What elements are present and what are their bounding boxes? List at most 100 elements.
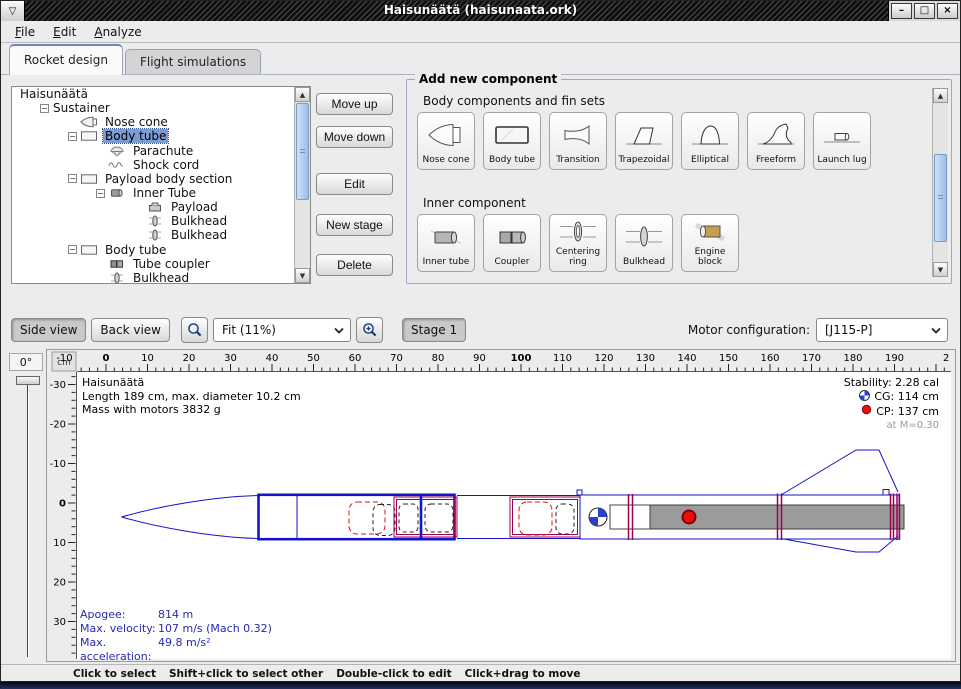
add-transition-button[interactable]: Transition — [549, 112, 607, 170]
menu-analyze[interactable]: Analyze — [88, 23, 153, 41]
tree-scrollbar[interactable]: ▲ ▼ — [294, 87, 310, 283]
scroll-up-icon[interactable]: ▲ — [295, 87, 310, 102]
stage-1-toggle[interactable]: Stage 1 — [402, 318, 466, 342]
elliptical-icon — [690, 113, 730, 156]
add-bulkhead-button[interactable]: Bulkhead — [615, 214, 673, 272]
tree-button-column: Move up Move down Edit New stage Delete — [316, 75, 394, 276]
svg-text:150: 150 — [719, 353, 738, 364]
tree-row[interactable]: Bulkhead — [12, 228, 293, 242]
stability-value: Stability: 2.28 cal — [844, 376, 939, 390]
expander-icon[interactable]: − — [96, 189, 105, 198]
tree-row[interactable]: −Body tube — [12, 129, 293, 143]
tree-row[interactable]: Bulkhead — [12, 271, 293, 283]
title-bar: ▽ Haisunäätä (haisunaata.ork) – □ × — [1, 1, 960, 21]
add-component-groupbox: Add new component Body components and fi… — [406, 79, 952, 284]
tree-item-label: Sustainer — [51, 101, 112, 115]
bulkhead-icon — [624, 215, 664, 258]
svg-text:60: 60 — [349, 353, 362, 364]
side-view-button[interactable]: Side view — [11, 318, 86, 342]
menu-edit[interactable]: Edit — [47, 23, 88, 41]
launch-lug-fore[interactable] — [577, 490, 582, 495]
scroll-up-icon[interactable]: ▲ — [933, 88, 948, 103]
tree-row[interactable]: Payload — [12, 200, 293, 214]
tree-row[interactable]: Nose cone — [12, 115, 293, 129]
tree-row[interactable]: −Sustainer — [12, 101, 293, 115]
expander-icon[interactable]: − — [40, 104, 49, 113]
move-up-button[interactable]: Move up — [316, 93, 393, 115]
add-inner-tube-button[interactable]: Inner tube — [417, 214, 475, 272]
add-trapezoidal-button[interactable]: Trapezoidal — [615, 112, 673, 170]
bulkhead-icon — [146, 229, 165, 241]
panel-scrollbar-thumb[interactable] — [934, 154, 947, 242]
rotation-slider[interactable] — [27, 385, 29, 657]
expander-icon[interactable]: − — [68, 245, 77, 254]
tab-rocket-design[interactable]: Rocket design — [9, 44, 123, 75]
tab-flight-simulations[interactable]: Flight simulations — [125, 49, 261, 75]
openrocket-window: ▽ Haisunäätä (haisunaata.ork) – □ × File… — [0, 0, 961, 682]
tree-row[interactable]: Parachute — [12, 144, 293, 158]
section-label-body: Body components and fin sets — [423, 94, 605, 108]
tree-item-label: Shock cord — [131, 158, 201, 172]
rotation-slider-handle[interactable] — [16, 376, 40, 385]
zoom-out-button[interactable] — [181, 317, 208, 343]
add-elliptical-button[interactable]: Elliptical — [681, 112, 739, 170]
tree-row[interactable]: Haisunäätä — [12, 87, 293, 101]
tree-item-label: Body tube — [103, 243, 168, 257]
rocket-design-panel: Haisunäätä−SustainerNose cone−Body tubeP… — [1, 75, 960, 311]
design-mass: Mass with motors 3832 g — [82, 403, 301, 417]
tree-scrollbar-thumb[interactable] — [296, 103, 309, 200]
svg-text:90: 90 — [473, 353, 486, 364]
svg-text:30: 30 — [53, 617, 66, 628]
new-stage-button[interactable]: New stage — [316, 214, 393, 236]
expander-icon[interactable]: − — [68, 174, 77, 183]
bodytube-icon — [80, 244, 99, 256]
status-hint: Shift+click to select other — [169, 668, 323, 680]
tree-row[interactable]: − Body tube — [12, 243, 293, 257]
bodytube-icon — [80, 173, 99, 185]
motor-mount-tube[interactable] — [610, 505, 650, 529]
add-launch-lug-button[interactable]: Launch lug — [813, 112, 871, 170]
cp-icon — [861, 404, 872, 419]
tree-row[interactable]: Bulkhead — [12, 214, 293, 228]
scroll-down-icon[interactable]: ▼ — [933, 262, 948, 277]
back-view-button[interactable]: Back view — [91, 318, 170, 342]
status-hint: Click+drag to move — [465, 668, 581, 680]
add-coupler-button[interactable]: Coupler — [483, 214, 541, 272]
tree-row[interactable]: −Payload body section — [12, 172, 293, 186]
tree-row[interactable]: Tube coupler — [12, 257, 293, 271]
edit-button[interactable]: Edit — [316, 173, 393, 195]
launch-lug-aft[interactable] — [883, 490, 889, 496]
svg-text:0: 0 — [59, 499, 66, 510]
add-body-tube-button[interactable]: Body tube — [483, 112, 541, 170]
expander-icon[interactable]: − — [68, 132, 77, 141]
centering-icon — [558, 215, 598, 248]
zoom-level-value: Fit (11%) — [214, 323, 328, 337]
svg-text:20: 20 — [183, 353, 196, 364]
trapezoidal-icon — [624, 113, 664, 156]
panel-scrollbar[interactable]: ▲ ▼ — [932, 88, 948, 277]
menu-file[interactable]: File — [9, 23, 47, 41]
svg-text:-20: -20 — [50, 420, 66, 431]
scroll-down-icon[interactable]: ▼ — [295, 268, 310, 283]
add-engine-block-button[interactable]: Engine block — [681, 214, 739, 272]
zoom-level-combo[interactable]: Fit (11%) — [213, 318, 351, 342]
flight-stat-row: Max. velocity:107 m/s (Mach 0.32) — [80, 622, 272, 636]
tree-item-label: Bulkhead — [169, 228, 229, 242]
component-tree[interactable]: Haisunäätä−SustainerNose cone−Body tubeP… — [11, 86, 311, 284]
tree-item-label: Inner Tube — [131, 186, 198, 200]
zoom-in-button[interactable] — [356, 317, 383, 343]
delete-button[interactable]: Delete — [316, 254, 393, 276]
tree-item-label: Bulkhead — [169, 214, 229, 228]
motor-configuration-combo[interactable]: [J115-P] — [816, 318, 948, 342]
tree-row[interactable]: Shock cord — [12, 158, 293, 172]
bodytube-icon — [80, 130, 99, 142]
tree-item-label: Tube coupler — [131, 257, 212, 271]
add-nose-cone-button[interactable]: Nose cone — [417, 112, 475, 170]
svg-text:70: 70 — [390, 353, 403, 364]
add-freeform-button[interactable]: Freeform — [747, 112, 805, 170]
add-centering-ring-button[interactable]: Centering ring — [549, 214, 607, 272]
tree-row[interactable]: − Inner Tube — [12, 186, 293, 200]
move-down-button[interactable]: Move down — [316, 126, 393, 148]
flight-stat-row: Max. acceleration:49.8 m/s² — [80, 636, 272, 662]
stability-info: Stability: 2.28 cal CG: 114 cm CP: 137 c… — [844, 376, 939, 432]
